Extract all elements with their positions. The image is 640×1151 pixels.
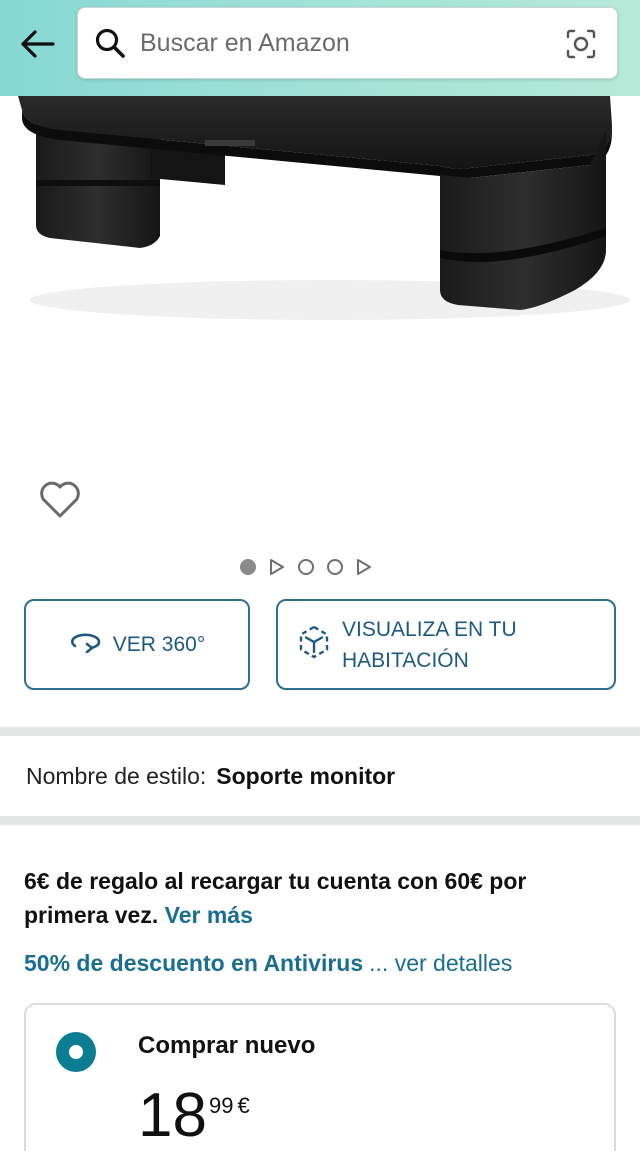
see-details-link[interactable]: ... ver detalles: [369, 950, 512, 977]
promo-see-more-link[interactable]: Ver más: [165, 902, 253, 928]
search-box[interactable]: [77, 7, 618, 79]
camera-scan-icon[interactable]: [563, 26, 599, 62]
view-in-room-button[interactable]: VISUALIZA EN TU HABITACIÓN: [276, 599, 616, 690]
promo-text: 6€ de regalo al recargar tu cuenta con 6…: [24, 868, 527, 928]
price-whole: 18: [138, 1081, 207, 1150]
radio-selected-dot: [69, 1045, 83, 1059]
back-arrow-icon[interactable]: [18, 24, 58, 64]
video-play-indicator-icon[interactable]: [356, 558, 372, 576]
carousel-indicators: [240, 556, 372, 578]
style-selector[interactable]: Nombre de estilo: Soporte monitor: [26, 763, 395, 790]
section-divider: [0, 727, 640, 736]
top-bar: [0, 0, 640, 96]
buy-new-option[interactable]: Comprar nuevo 18 99 €: [24, 1003, 616, 1151]
carousel-dot-active[interactable]: [240, 559, 256, 575]
price-currency: €: [237, 1093, 250, 1118]
search-input[interactable]: [140, 28, 540, 58]
price-fraction: 99: [208, 1093, 234, 1118]
search-icon: [92, 25, 128, 61]
promo-message: 6€ de regalo al recargar tu cuenta con 6…: [24, 864, 614, 932]
antivirus-promo-link[interactable]: 50% de descuento en Antivirus: [24, 950, 363, 977]
view-in-room-label: VISUALIZA EN TU HABITACIÓN: [342, 617, 517, 672]
heart-icon[interactable]: [38, 478, 82, 520]
promo-antivirus: 50% de descuento en Antivirus ... ver de…: [24, 950, 512, 977]
style-label: Nombre de estilo:: [26, 763, 207, 789]
buy-new-radio[interactable]: [56, 1032, 96, 1072]
video-play-indicator-icon[interactable]: [269, 558, 285, 576]
view-360-button[interactable]: VER 360°: [24, 599, 250, 690]
ar-cube-icon: [298, 625, 330, 665]
style-value: Soporte monitor: [216, 763, 396, 789]
rotate-360-icon: [69, 631, 103, 659]
view-360-label: VER 360°: [112, 632, 206, 656]
product-image[interactable]: [0, 96, 640, 426]
buy-new-title: Comprar nuevo: [138, 1032, 316, 1059]
section-divider: [0, 816, 640, 825]
carousel-dot[interactable]: [298, 559, 314, 575]
price: 18 99 €: [138, 1083, 250, 1149]
carousel-dot[interactable]: [327, 559, 343, 575]
